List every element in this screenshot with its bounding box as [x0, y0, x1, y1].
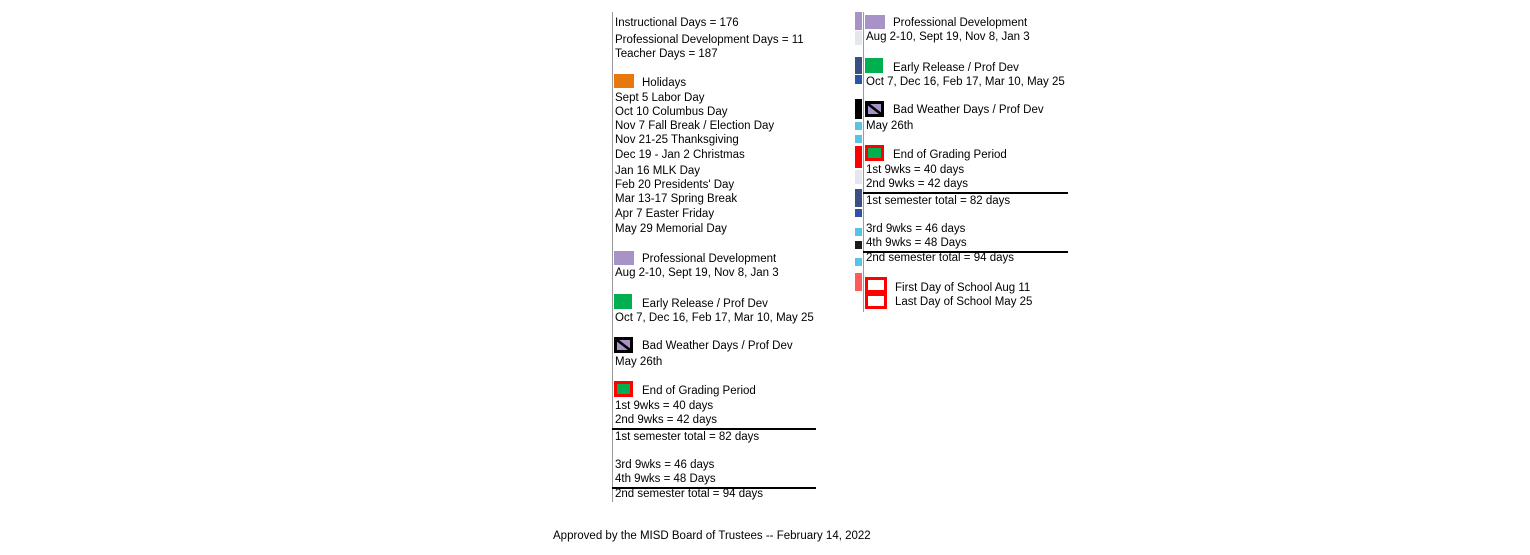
- calendar-fragment: [855, 258, 862, 266]
- holiday-date-item: Dec 19 - Jan 2 Christmas: [615, 149, 745, 161]
- early-release-dates-text: Oct 7, Dec 16, Feb 17, Mar 10, May 25: [615, 312, 814, 324]
- grading-period-color-swatch: [614, 381, 633, 397]
- last-day-of-school-swatch: [865, 293, 887, 309]
- holiday-date-item: Sept 5 Labor Day: [615, 92, 705, 104]
- second-semester-total-text: 2nd semester total = 94 days: [615, 488, 763, 500]
- calendar-fragment: [855, 122, 862, 130]
- early-release-legend-label: Early Release / Prof Dev: [642, 298, 768, 310]
- second-nine-weeks-text: 2nd 9wks = 42 days: [615, 414, 717, 426]
- bad-weather-dates-text: May 26th: [866, 120, 914, 132]
- holidays-legend-label: Holidays: [642, 77, 687, 89]
- early-release-legend-label: Early Release / Prof Dev: [893, 62, 1019, 74]
- professional-development-dates-text: Aug 2-10, Sept 19, Nov 8, Jan 3: [866, 31, 1030, 43]
- professional-development-dates-text: Aug 2-10, Sept 19, Nov 8, Jan 3: [615, 267, 779, 279]
- grading-period-legend-label: End of Grading Period: [642, 385, 756, 397]
- early-release-dates-text: Oct 7, Dec 16, Feb 17, Mar 10, May 25: [866, 76, 1065, 88]
- holiday-date-item: Mar 13-17 Spring Break: [615, 193, 738, 205]
- calendar-fragment: [855, 209, 862, 217]
- fourth-nine-weeks-text: 4th 9wks = 48 Days: [615, 473, 716, 485]
- teacher-days-text: Teacher Days = 187: [615, 48, 718, 60]
- last-day-of-school-label: Last Day of School May 25: [895, 296, 1033, 308]
- holidays-color-swatch: [614, 74, 634, 88]
- holiday-date-item: Apr 7 Easter Friday: [615, 208, 715, 220]
- calendar-fragment: [855, 273, 862, 291]
- third-nine-weeks-text: 3rd 9wks = 46 days: [615, 459, 715, 471]
- fourth-nine-weeks-text: 4th 9wks = 48 Days: [866, 237, 967, 249]
- first-semester-total-text: 1st semester total = 82 days: [615, 431, 760, 443]
- second-nine-weeks-text: 2nd 9wks = 42 days: [866, 178, 968, 190]
- calendar-fragment: [855, 146, 862, 168]
- calendar-fragment: [855, 12, 862, 30]
- grading-period-color-swatch: [865, 145, 884, 161]
- holiday-date-item: Nov 7 Fall Break / Election Day: [615, 120, 775, 132]
- calendar-fragment: [855, 241, 862, 249]
- third-nine-weeks-text: 3rd 9wks = 46 days: [866, 223, 966, 235]
- instructional-days-text: Instructional Days = 176: [615, 17, 739, 29]
- bad-weather-color-swatch: [614, 337, 633, 353]
- holiday-date-item: Nov 21-25 Thanksgiving: [615, 134, 739, 146]
- early-release-color-swatch: [865, 58, 883, 73]
- bad-weather-dates-text: May 26th: [615, 356, 663, 368]
- professional-development-legend-label: Professional Development: [642, 253, 777, 265]
- calendar-fragment: [855, 75, 862, 84]
- second-semester-total-text: 2nd semester total = 94 days: [866, 252, 1014, 264]
- holiday-date-item: Feb 20 Presidents' Day: [615, 179, 735, 191]
- first-nine-weeks-text: 1st 9wks = 40 days: [866, 164, 965, 176]
- grading-period-legend-label: End of Grading Period: [893, 149, 1007, 161]
- column-divider-rule: [863, 12, 864, 312]
- holiday-date-item: Oct 10 Columbus Day: [615, 106, 728, 118]
- first-semester-total-text: 1st semester total = 82 days: [866, 195, 1011, 207]
- calendar-fragment: [855, 135, 862, 143]
- professional-development-color-swatch: [865, 15, 885, 29]
- calendar-fragment: [855, 31, 862, 45]
- approval-footer-text: Approved by the MISD Board of Trustees -…: [553, 530, 871, 542]
- first-nine-weeks-text: 1st 9wks = 40 days: [615, 400, 714, 412]
- first-day-of-school-label: First Day of School Aug 11: [895, 282, 1031, 294]
- holiday-date-item: Jan 16 MLK Day: [615, 165, 701, 177]
- bad-weather-color-swatch: [865, 101, 884, 117]
- professional-development-days-text: Professional Development Days = 11: [615, 34, 804, 46]
- diagonal-slash-icon: [868, 104, 881, 114]
- bad-weather-legend-label: Bad Weather Days / Prof Dev: [893, 104, 1044, 116]
- bad-weather-legend-label: Bad Weather Days / Prof Dev: [642, 340, 793, 352]
- professional-development-legend-label: Professional Development: [893, 17, 1028, 29]
- calendar-fragment: [855, 57, 862, 74]
- first-day-of-school-swatch: [865, 277, 887, 293]
- professional-development-color-swatch: [614, 251, 634, 265]
- diagonal-slash-icon: [617, 340, 630, 350]
- calendar-fragment: [855, 170, 862, 184]
- early-release-color-swatch: [614, 294, 632, 309]
- holiday-date-item: May 29 Memorial Day: [615, 223, 727, 235]
- calendar-fragment: [855, 189, 862, 207]
- calendar-fragment: [855, 228, 862, 236]
- calendar-fragment: [855, 99, 862, 119]
